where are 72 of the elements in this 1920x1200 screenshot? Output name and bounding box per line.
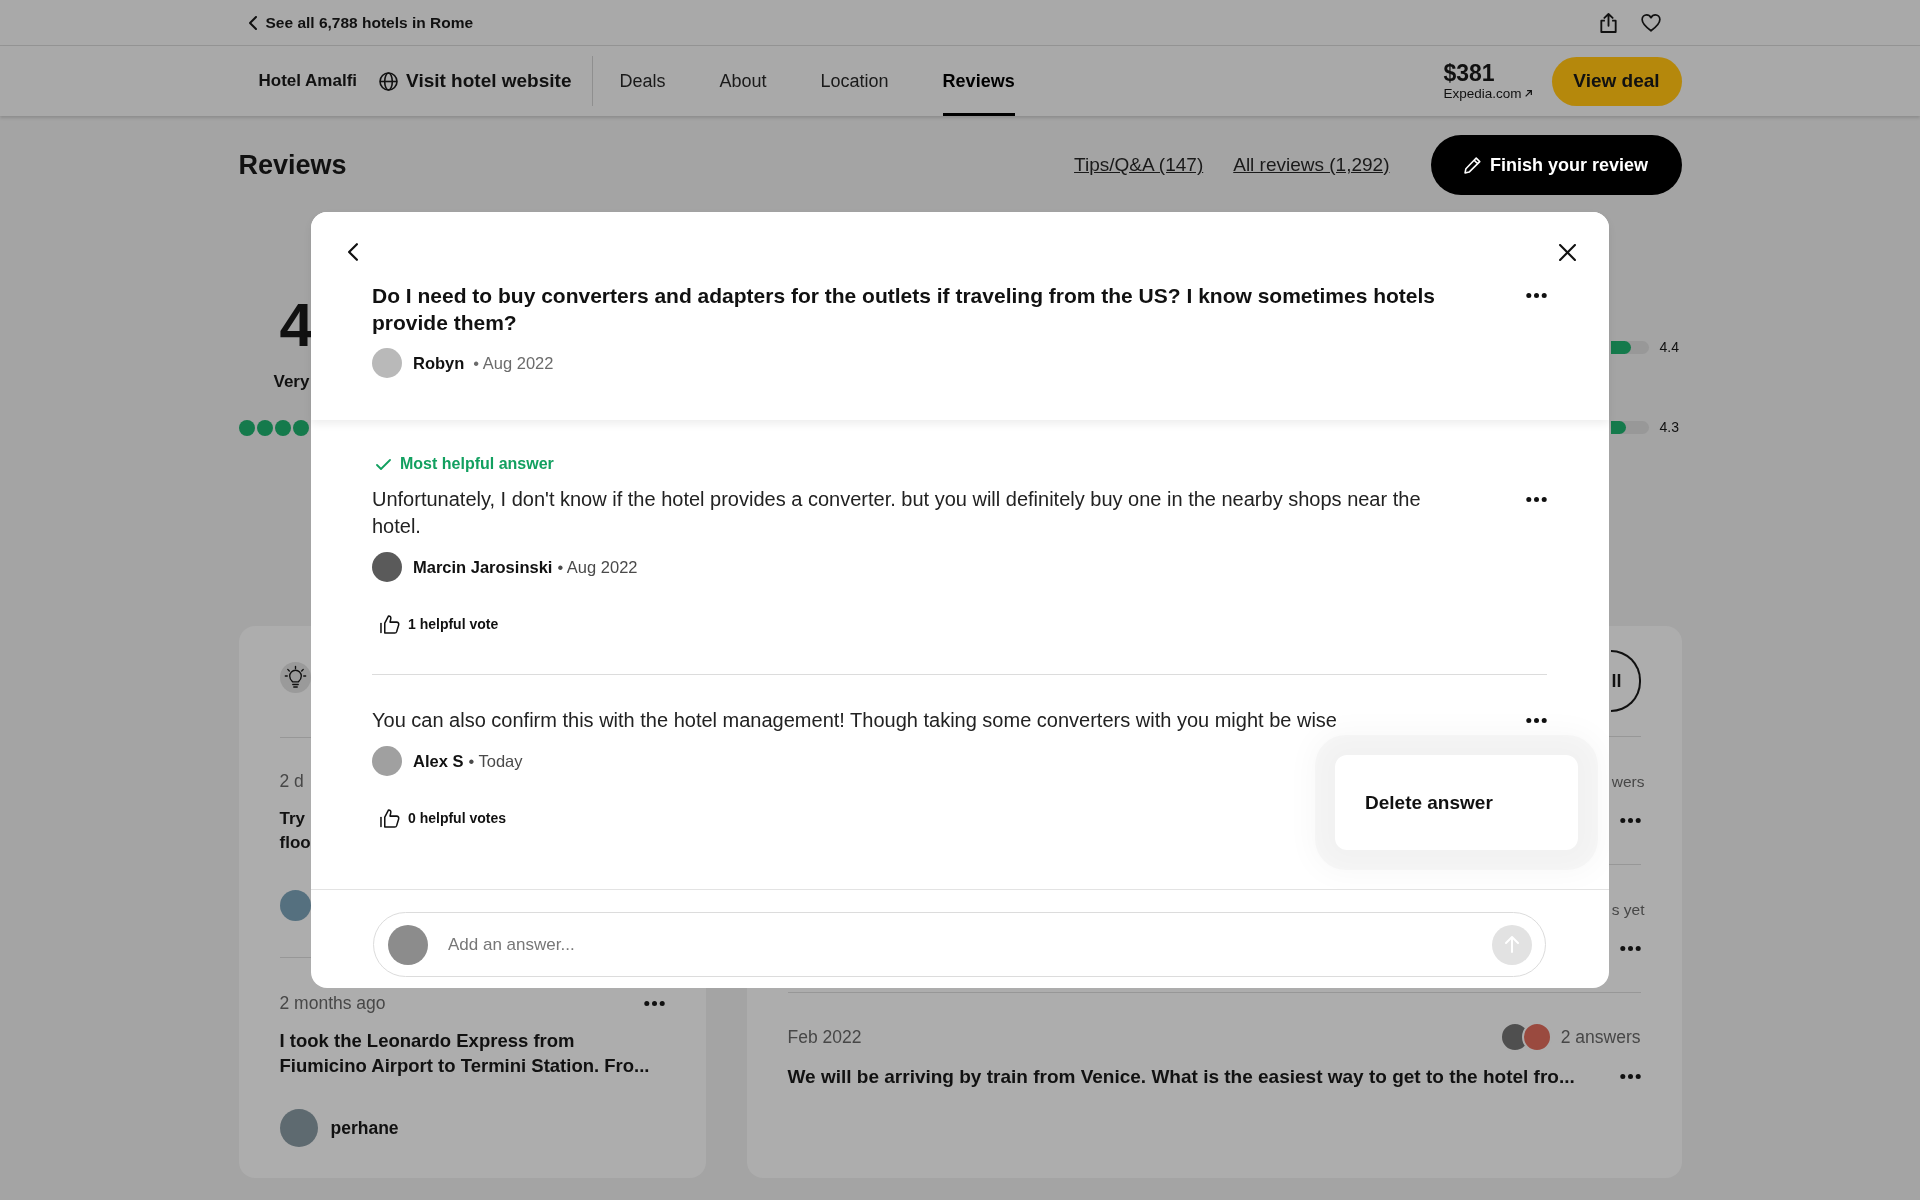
rating-bubble-icon	[274, 420, 291, 436]
question-time: 2 d	[279, 771, 304, 791]
question-time: 2 months ago	[279, 993, 386, 1013]
nav-tab[interactable]: Location	[820, 46, 889, 116]
more-options-icon[interactable]	[1526, 718, 1547, 723]
question-title[interactable]: We will be arriving by train from Venice. What is the easiest way to get to the hotel fro...	[787, 1064, 1575, 1089]
chevron-left-icon	[248, 15, 257, 30]
lightbulb-icon	[279, 662, 311, 693]
user-avatar	[372, 348, 402, 378]
post-date: • Aug 2022	[473, 353, 554, 373]
more-options-icon[interactable]	[1526, 497, 1547, 502]
more-options-icon[interactable]	[643, 1000, 665, 1006]
more-options-icon[interactable]	[1526, 293, 1547, 298]
rating-bubble-icon	[256, 420, 273, 436]
user-avatar	[279, 1109, 318, 1147]
answer-input[interactable]: Add an answer...	[448, 934, 1492, 955]
thumbs-up-icon	[380, 808, 400, 828]
question-date: Feb 2022	[787, 1027, 862, 1047]
post-date: • Aug 2022	[557, 557, 638, 577]
user-avatar	[279, 890, 311, 921]
check-icon	[376, 458, 391, 470]
answer-text: Unfortunately, I don't know if the hotel provides a converter. but you will definitely buy one in the nearby shops near the hotel.	[372, 487, 1422, 539]
question-title[interactable]: Try floo	[279, 807, 311, 855]
answer-count: 2 answers	[1560, 1027, 1641, 1047]
hotel-name: Hotel Amalfi	[258, 71, 358, 91]
reviews-link[interactable]: Tips/Q&A (147)	[1074, 154, 1204, 176]
thumbs-up-icon	[380, 614, 400, 634]
answer-count: s yet	[1611, 900, 1645, 920]
nav-tab[interactable]: About	[719, 46, 767, 116]
question-text: Do I need to buy converters and adapters for the outlets if traveling from the US? I know sometimes hotels provide them?	[372, 283, 1437, 336]
price: $381	[1443, 60, 1496, 86]
rating-score: 4	[279, 290, 314, 360]
answer-count: wers	[1611, 772, 1645, 792]
rating-value: 4.4	[1659, 339, 1680, 355]
arrow-up-icon	[1505, 936, 1519, 953]
section-title: Reviews	[238, 149, 347, 181]
rating-label: Very	[273, 371, 310, 393]
question-title[interactable]: I took the Leonardo Express from Fiumicino Airport to Termini Station. Fro...	[279, 1028, 660, 1078]
view-deal-button[interactable]: View deal	[1551, 56, 1682, 106]
author-name[interactable]: Marcin Jarosinski	[413, 557, 553, 577]
back-link[interactable]: See all 6,788 hotels in Rome	[248, 13, 474, 32]
more-options-icon[interactable]	[1619, 818, 1641, 823]
author-name[interactable]: perhane	[330, 1117, 399, 1139]
helpful-vote-button[interactable]: 0 helpful votes	[380, 807, 507, 829]
author-name[interactable]: Robyn	[413, 353, 465, 373]
finish-review-button[interactable]: Finish your review	[1430, 135, 1682, 195]
user-avatar	[372, 746, 402, 776]
helpful-vote-button[interactable]: 1 helpful vote	[380, 613, 499, 635]
post-date: • Today	[468, 751, 523, 771]
reviews-link[interactable]: All reviews (1,292)	[1233, 154, 1390, 176]
rating-bubble-icon	[292, 420, 309, 436]
pencil-icon	[1463, 156, 1481, 174]
back-icon[interactable]	[348, 243, 358, 261]
rating-value: 4.3	[1659, 419, 1680, 435]
most-helpful-label: Most helpful answer	[400, 455, 554, 473]
globe-icon	[379, 71, 399, 91]
more-options-icon[interactable]	[1619, 946, 1641, 951]
rating-bubble-icon	[238, 420, 255, 436]
author-name[interactable]: Alex S	[413, 751, 464, 771]
provider-link[interactable]: Expedia.com	[1443, 85, 1532, 102]
more-options-icon[interactable]	[1619, 1074, 1641, 1079]
menu-item[interactable]: Delete answer	[1365, 791, 1493, 814]
user-avatar	[388, 924, 428, 965]
nav-tab[interactable]: Deals	[619, 46, 666, 116]
close-icon[interactable]	[1559, 243, 1576, 261]
heart-icon[interactable]	[1640, 13, 1661, 32]
nav-tab[interactable]: Reviews	[942, 46, 1015, 116]
share-icon[interactable]	[1599, 12, 1617, 33]
external-link-icon	[1524, 90, 1532, 97]
user-avatar	[372, 552, 402, 582]
answer-text: You can also confirm this with the hotel management! Though taking some converters with you might be wise	[372, 708, 1338, 733]
website-link[interactable]: Visit hotel website	[379, 70, 572, 92]
